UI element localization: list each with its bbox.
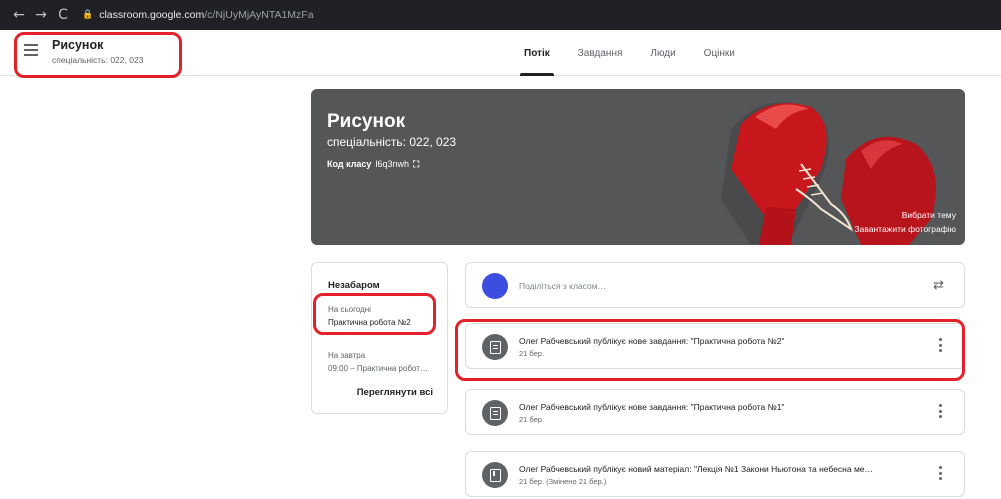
- avatar: [482, 273, 508, 299]
- class-name-highlight: [14, 32, 182, 78]
- banner-title: Рисунок: [327, 111, 406, 132]
- post-date: 21 бер.: [519, 415, 545, 424]
- back-button[interactable]: ←: [8, 7, 30, 23]
- upcoming-panel: Незабаром На сьогодні Практична робота №…: [311, 262, 448, 414]
- stream-post[interactable]: Олег Рабчевський публікує нове завдання:…: [465, 389, 965, 435]
- assignment-icon: [482, 400, 508, 426]
- banner-subtitle: спеціальність: 022, 023: [327, 135, 457, 149]
- class-tabs: Потік Завдання Люди Оцінки: [510, 30, 749, 76]
- forward-button[interactable]: →: [30, 7, 52, 23]
- more-options-icon[interactable]: [939, 466, 942, 480]
- material-icon: [482, 462, 508, 488]
- post-title[interactable]: Олег Рабчевський публікує нове завдання:…: [519, 402, 784, 412]
- post-highlight: [455, 319, 965, 381]
- choose-theme-link[interactable]: Вибрати тему: [902, 210, 956, 220]
- tab-classwork[interactable]: Завдання: [564, 30, 637, 76]
- browser-toolbar: ← → C 🔒 classroom.google.com/c/NjUyMjAyN…: [0, 0, 1001, 30]
- view-all-button[interactable]: Переглянути всі: [357, 387, 433, 398]
- post-title[interactable]: Олег Рабчевський публікує новий матеріал…: [519, 464, 873, 474]
- upcoming-title: Незабаром: [328, 280, 380, 291]
- url-path: /c/NjUyMjAyNTA1MzFa: [204, 9, 314, 21]
- class-banner: Рисунок спеціальність: 022, 023 Код клас…: [311, 89, 965, 245]
- share-with-class-card[interactable]: Поділіться з класом… ⇄: [465, 262, 965, 308]
- boxing-gloves-illustration: [721, 102, 936, 245]
- tab-grades[interactable]: Оцінки: [690, 30, 749, 76]
- today-highlight: [313, 293, 436, 335]
- url-host: classroom.google.com: [99, 9, 205, 21]
- tab-people[interactable]: Люди: [636, 30, 689, 76]
- more-options-icon[interactable]: [939, 404, 942, 418]
- class-code: Код класу l6q3nwh ⛶: [327, 159, 419, 170]
- stream-post[interactable]: Олег Рабчевський публікує новий матеріал…: [465, 451, 965, 497]
- upload-photo-link[interactable]: Завантажити фотографію: [854, 224, 956, 234]
- address-bar[interactable]: 🔒 classroom.google.com/c/NjUyMjAyNTA1MzF…: [82, 4, 314, 26]
- tomorrow-label: На завтра: [328, 351, 366, 360]
- tab-stream[interactable]: Потік: [510, 30, 564, 76]
- class-code-value: l6q3nwh: [375, 159, 409, 169]
- tomorrow-assignment-link[interactable]: 09:00 – Практична робот…: [328, 364, 440, 373]
- reload-button[interactable]: C: [52, 7, 74, 23]
- repost-icon[interactable]: ⇄: [933, 278, 944, 293]
- post-date: 21 бер. (Змінено 21 бер.): [519, 477, 607, 486]
- share-input[interactable]: Поділіться з класом…: [519, 281, 606, 291]
- class-code-label: Код класу: [327, 159, 372, 169]
- fullscreen-icon[interactable]: ⛶: [413, 160, 419, 170]
- lock-icon: 🔒: [82, 10, 94, 20]
